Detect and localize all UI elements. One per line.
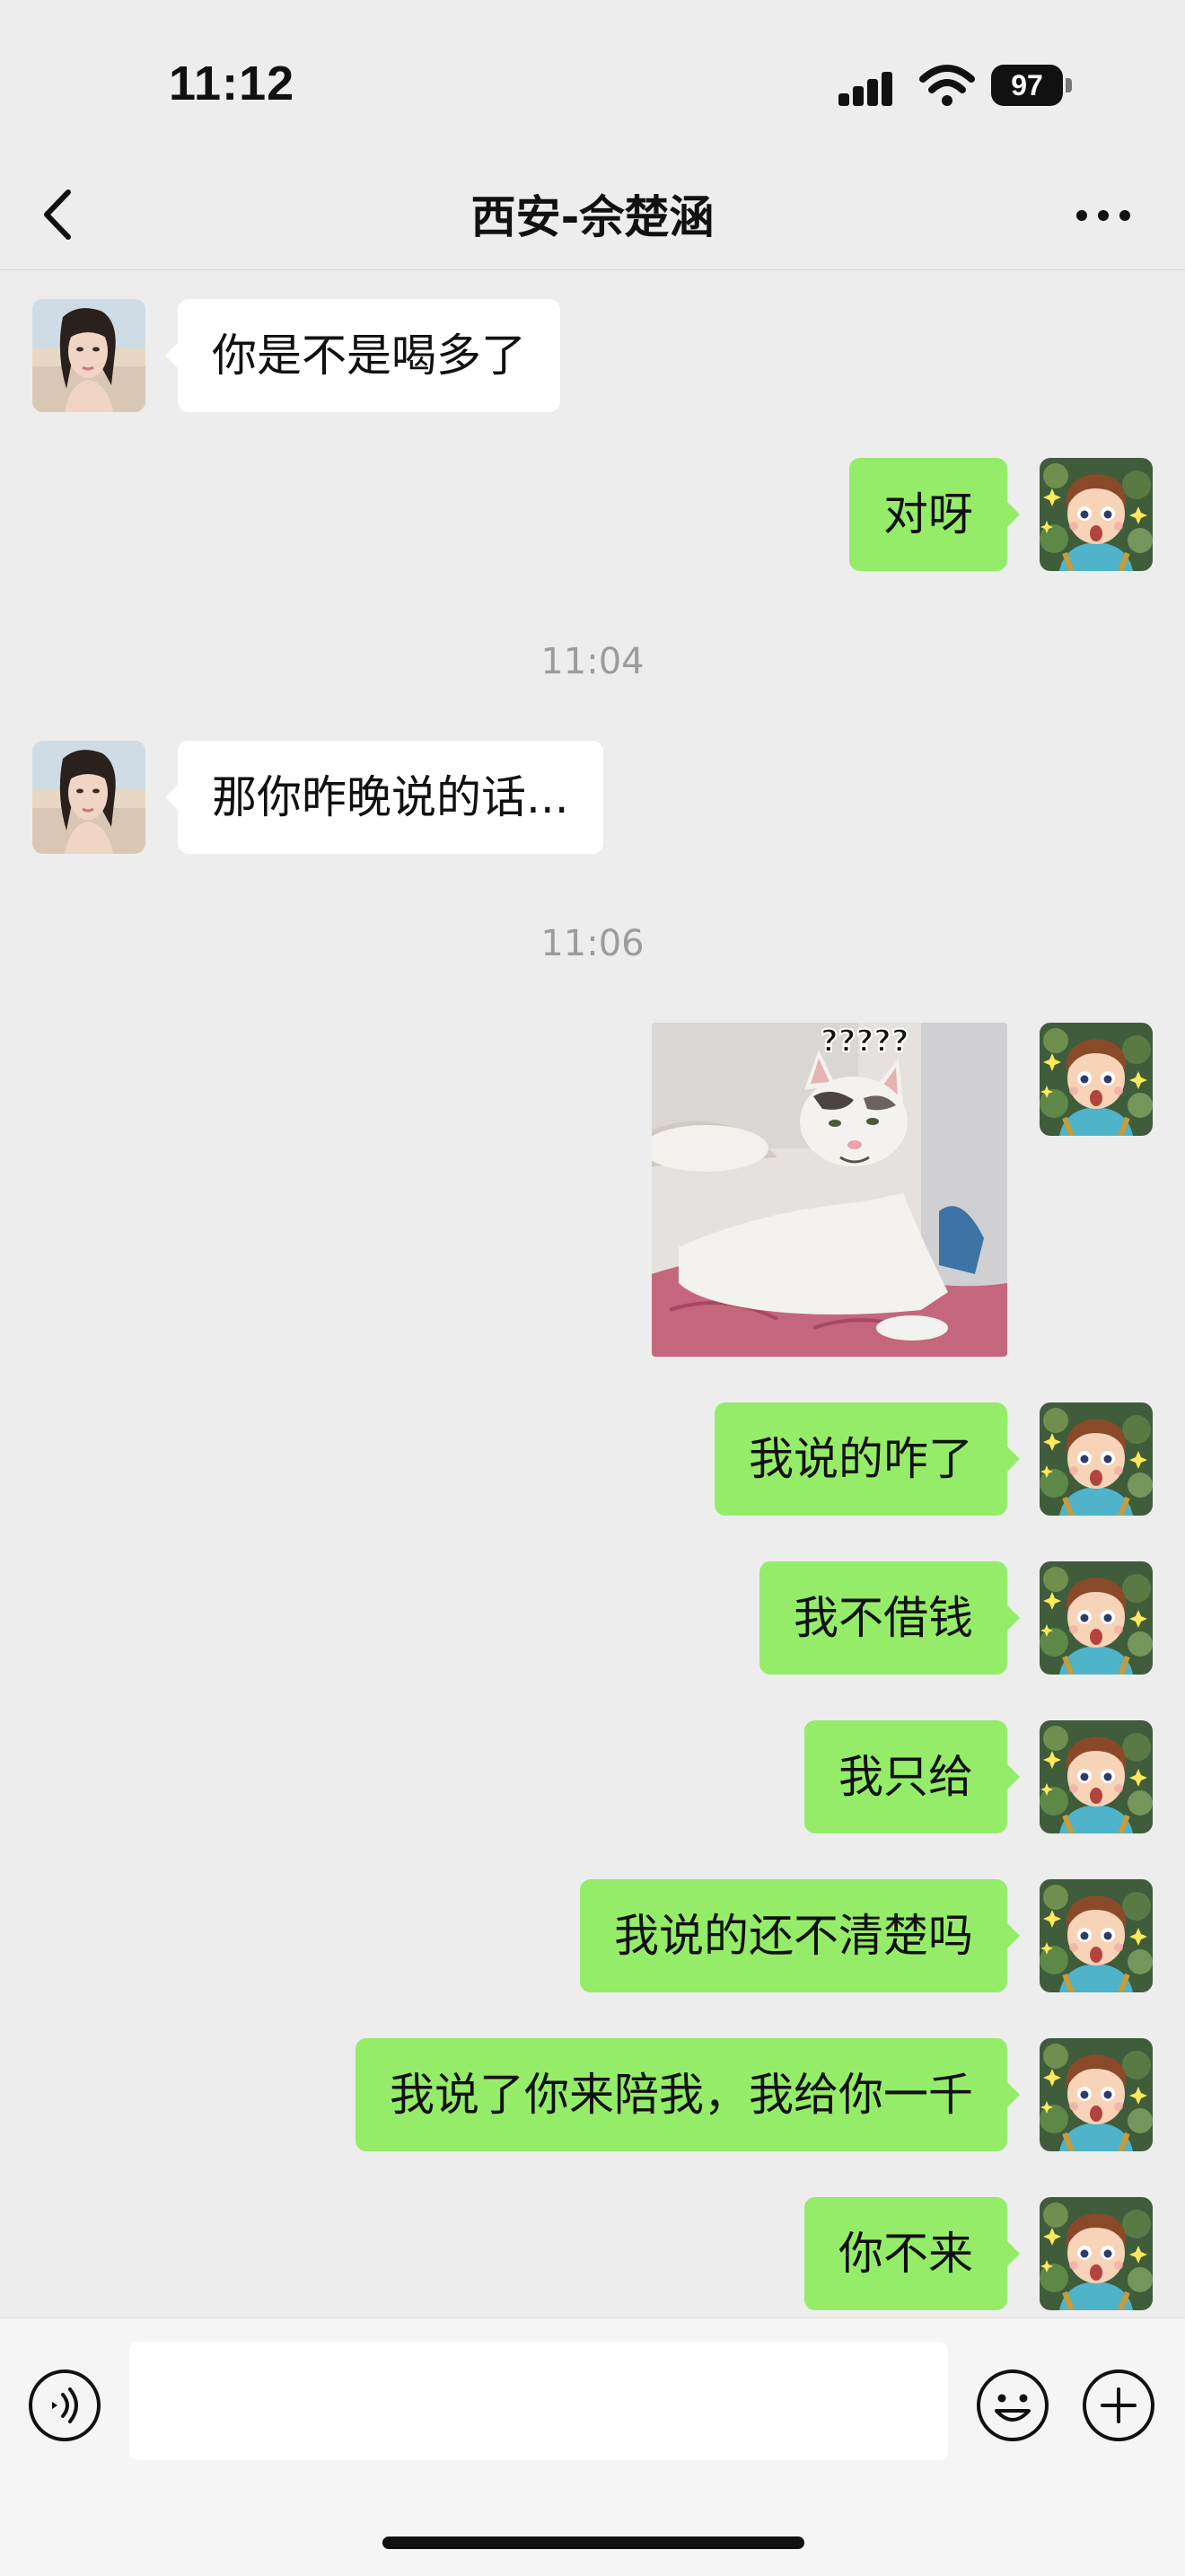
nav-bar: 西安-佘楚涵 bbox=[0, 162, 1185, 270]
plus-icon[interactable] bbox=[1081, 2368, 1156, 2443]
my-avatar[interactable] bbox=[1040, 1402, 1153, 1516]
status-time: 11:12 bbox=[169, 57, 295, 110]
my-avatar[interactable] bbox=[1040, 1879, 1153, 1992]
contact-avatar[interactable] bbox=[32, 299, 145, 412]
message-timestamp: 11:06 bbox=[540, 923, 645, 964]
my-avatar[interactable] bbox=[1040, 1561, 1153, 1675]
sent-message-bubble[interactable]: 我不借钱 bbox=[759, 1561, 1020, 1675]
wifi-icon bbox=[919, 65, 975, 106]
home-indicator bbox=[382, 2536, 804, 2549]
my-avatar[interactable] bbox=[1040, 1720, 1153, 1833]
sent-message-bubble[interactable]: 我说的还不清楚吗 bbox=[580, 1879, 1020, 1992]
received-message-bubble[interactable]: 你是不是喝多了 bbox=[165, 299, 560, 412]
sent-message-bubble[interactable]: 我只给 bbox=[804, 1720, 1020, 1833]
battery-icon: 97 bbox=[991, 65, 1074, 106]
contact-avatar[interactable] bbox=[32, 741, 145, 854]
chat-title: 西安-佘楚涵 bbox=[470, 191, 715, 243]
sent-message-bubble[interactable]: 我说了你来陪我，我给你一千 bbox=[356, 2038, 1020, 2151]
voice-icon[interactable] bbox=[27, 2368, 102, 2443]
my-avatar[interactable] bbox=[1040, 2038, 1153, 2151]
battery-level: 97 bbox=[991, 65, 1063, 106]
my-avatar[interactable] bbox=[1040, 2197, 1153, 2310]
status-bar: 11:12 97 bbox=[0, 0, 1185, 162]
received-message-bubble[interactable]: 那你昨晚说的话... bbox=[165, 741, 603, 854]
sent-message-bubble[interactable]: 我说的咋了 bbox=[715, 1402, 1020, 1516]
sent-message-bubble[interactable]: 对呀 bbox=[849, 458, 1020, 571]
more-dots-icon[interactable] bbox=[1074, 198, 1133, 233]
message-timestamp: 11:04 bbox=[540, 641, 645, 682]
my-avatar[interactable] bbox=[1040, 1023, 1153, 1136]
my-avatar[interactable] bbox=[1040, 458, 1153, 571]
emoji-icon[interactable] bbox=[975, 2368, 1050, 2443]
chat-messages[interactable]: 你是不是喝多了 对呀 11:04 那你昨晚说的话... 11:06 ????? … bbox=[0, 270, 1185, 2317]
cat-sticker-image[interactable]: ????? bbox=[652, 1023, 1007, 1357]
sent-message-bubble[interactable]: 你不来 bbox=[804, 2197, 1020, 2310]
message-input[interactable] bbox=[129, 2342, 948, 2460]
sticker-caption: ????? bbox=[821, 1024, 909, 1059]
input-bar bbox=[0, 2317, 1185, 2576]
